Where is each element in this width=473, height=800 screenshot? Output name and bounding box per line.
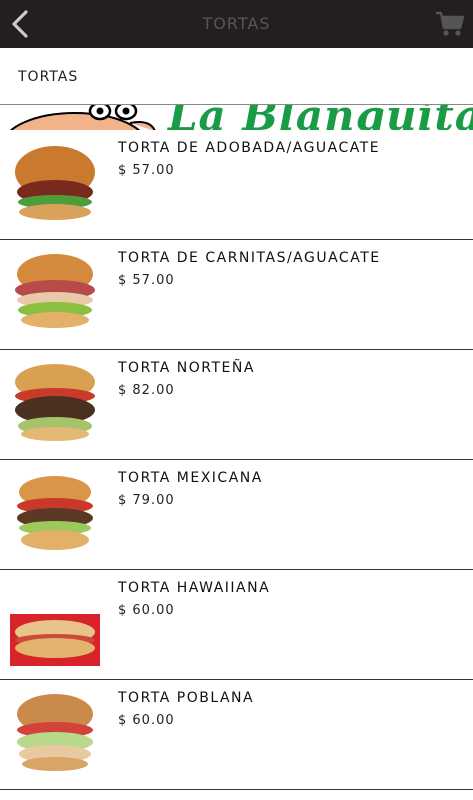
torta-carnitas-image <box>15 254 95 328</box>
product-name: TORTA MEXICANA <box>118 470 263 486</box>
shopping-cart-icon[interactable] <box>435 10 465 38</box>
product-item-adobada[interactable]: TORTA DE ADOBADA/AGUACATE $ 57.00 <box>0 130 473 240</box>
category-label: TORTAS <box>18 69 79 85</box>
product-price: $ 79.00 <box>118 493 175 508</box>
torta-mexicana-image <box>17 476 93 550</box>
product-price: $ 60.00 <box>118 603 175 618</box>
product-name: TORTA DE CARNITAS/AGUACATE <box>118 250 381 266</box>
product-price: $ 82.00 <box>118 383 175 398</box>
product-item-hawaiiana[interactable]: TORTA HAWAIIANA $ 60.00 <box>0 570 473 680</box>
product-name: TORTA POBLANA <box>118 690 255 706</box>
brand-banner: La Blanquita <box>0 104 473 131</box>
product-item-poblana[interactable]: TORTA POBLANA $ 60.00 <box>0 680 473 790</box>
product-price: $ 57.00 <box>118 163 175 178</box>
brand-logo-text: La Blanquita <box>168 104 473 131</box>
torta-nortena-image <box>15 364 95 441</box>
product-list: TORTA DE ADOBADA/AGUACATE $ 57.00 TORTA … <box>0 130 473 790</box>
product-name: TORTA DE ADOBADA/AGUACATE <box>118 140 381 156</box>
product-price: $ 57.00 <box>118 273 175 288</box>
product-name: TORTA HAWAIIANA <box>118 580 271 596</box>
torta-adobada-image <box>15 146 95 220</box>
page-title: TORTAS <box>202 14 271 33</box>
torta-hawaiiana-image <box>10 614 100 666</box>
product-item-nortena[interactable]: TORTA NORTEÑA $ 82.00 <box>0 350 473 460</box>
mascot-logo-icon <box>8 105 156 131</box>
category-header: TORTAS <box>0 48 473 106</box>
top-app-bar: TORTAS <box>0 0 473 48</box>
product-item-carnitas[interactable]: TORTA DE CARNITAS/AGUACATE $ 57.00 <box>0 240 473 350</box>
torta-poblana-image <box>17 694 93 771</box>
product-price: $ 60.00 <box>118 713 175 728</box>
product-name: TORTA NORTEÑA <box>118 360 255 376</box>
product-item-mexicana[interactable]: TORTA MEXICANA $ 79.00 <box>0 460 473 570</box>
